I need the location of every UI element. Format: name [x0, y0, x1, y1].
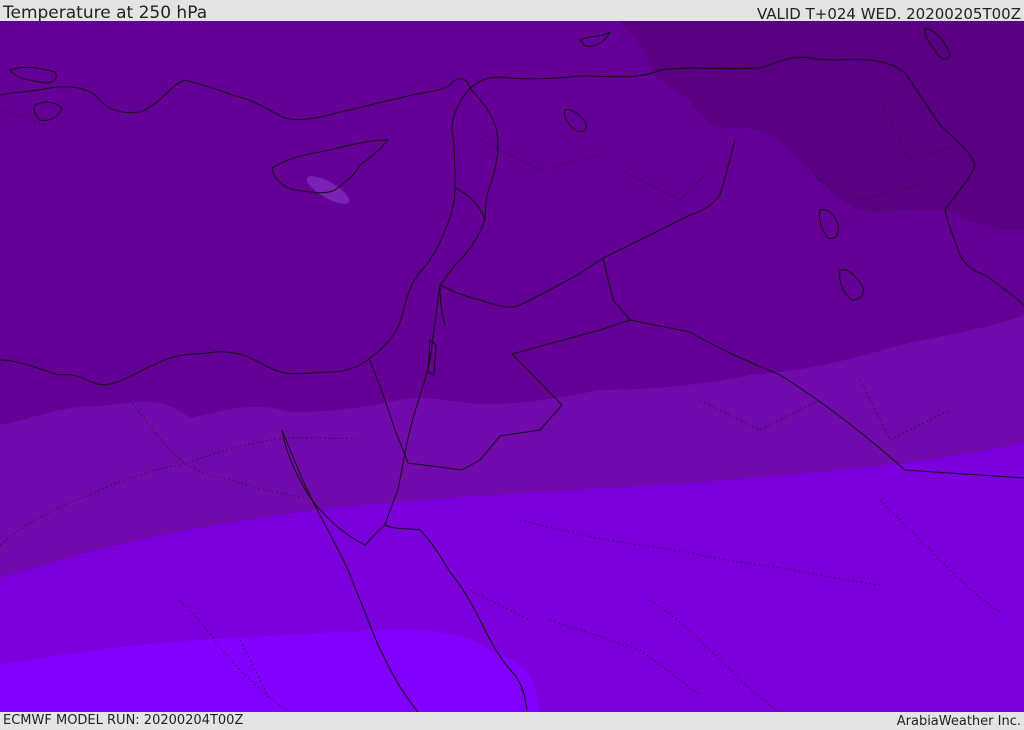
credit-label: ArabiaWeather Inc.: [896, 714, 1021, 729]
model-run-label: ECMWF MODEL RUN: 20200204T00Z: [3, 713, 244, 728]
map-title: Temperature at 250 hPa: [3, 3, 208, 23]
footer-bar: ECMWF MODEL RUN: 20200204T00Z ArabiaWeat…: [0, 712, 1024, 729]
temperature-map[interactable]: [0, 21, 1024, 712]
header-bar: Temperature at 250 hPa VALID T+024 WED. …: [0, 0, 1024, 23]
